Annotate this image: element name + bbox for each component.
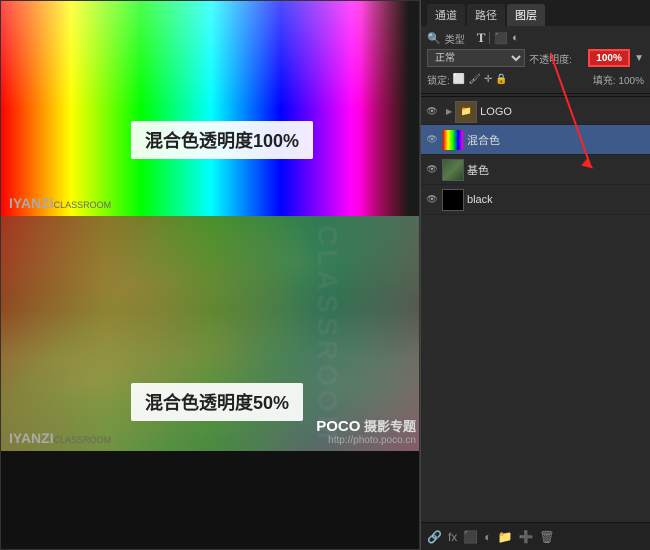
- folder-arrow[interactable]: ▶: [446, 107, 452, 116]
- lock-image-icon[interactable]: 🖌: [468, 74, 481, 85]
- eye-icon-hunhese[interactable]: 👁: [425, 133, 439, 147]
- label-50: 混合色透明度50%: [131, 383, 303, 421]
- layer-logo-name: LOGO: [480, 106, 646, 118]
- label-100-text: 混合色透明度100%: [145, 131, 299, 151]
- type-row: 🔍 类型 T ⬛ ◐: [427, 30, 644, 46]
- layer-jise-name: 基色: [467, 162, 646, 178]
- classroom-brand-bottom: CLASSROOM: [54, 435, 112, 445]
- tab-channel[interactable]: 通道: [427, 4, 465, 26]
- icon-row: T ⬛ ◐: [477, 30, 519, 46]
- thumb-hunhese: [442, 129, 464, 151]
- rainbow-dark-overlay: [361, 1, 420, 216]
- iyanzi-top-watermark: IYANZICLASSROOM: [9, 195, 111, 211]
- mask-icon[interactable]: ⬛: [463, 530, 478, 544]
- classroom-watermark: CLASSROOM: [311, 225, 343, 443]
- layer-logo-folder[interactable]: 👁 ▶ 📁 LOGO: [421, 99, 650, 125]
- rainbow-gradient: [1, 1, 420, 216]
- opacity-value: 100%: [596, 53, 622, 64]
- search-icon[interactable]: 🔍: [427, 32, 441, 45]
- iyanzi-brand-bottom: IYANZI: [9, 430, 54, 446]
- eye-icon-black[interactable]: 👁: [425, 193, 439, 207]
- layer-hunhese[interactable]: 👁 混合色: [421, 125, 650, 155]
- lock-row: 锁定: ⬜ 🖌 ✛ 🔒 填充: 100%: [427, 70, 644, 89]
- separator: [489, 32, 490, 44]
- adj-icon[interactable]: ◐: [512, 32, 519, 44]
- fill-label: 填充: 100%: [593, 72, 644, 87]
- type-label: 类型: [445, 31, 473, 46]
- text-tool-icon[interactable]: T: [477, 30, 486, 46]
- iyanzi-brand: IYANZI: [9, 195, 54, 211]
- mode-opacity-row: 正常 不透明度: 100% ▼: [427, 49, 644, 67]
- ps-bottom-bar: 🔗 fx ⬛ ◐ 📁 ➕ 🗑: [421, 522, 650, 550]
- tab-path[interactable]: 路径: [467, 4, 505, 26]
- lock-transparent-icon[interactable]: ⬜: [453, 74, 465, 85]
- image-area: 混合色透明度100% IYANZICLASSROOM 混合色透明度50% IYA…: [0, 0, 420, 550]
- poco-watermark: POCO 摄影专题 http://photo.poco.cn: [316, 416, 416, 446]
- thumb-jise: [442, 159, 464, 181]
- ps-tabs: 通道 路径 图层: [421, 0, 650, 26]
- layer-black[interactable]: 👁 black: [421, 185, 650, 215]
- iyanzi-bottom-watermark: IYANZICLASSROOM: [9, 430, 111, 446]
- eye-icon-jise[interactable]: 👁: [425, 163, 439, 177]
- opacity-input-wrapper: 100%: [588, 49, 630, 67]
- layer-list: 👁 ▶ 📁 LOGO 👁 混合色 👁 基色 👁 black: [421, 99, 650, 522]
- layer-black-name: black: [467, 194, 646, 206]
- poco-url: http://photo.poco.cn: [316, 435, 416, 446]
- link-icon[interactable]: 🔗: [427, 530, 442, 544]
- rainbow-white-overlay: [1, 1, 420, 109]
- main-container: 混合色透明度100% IYANZICLASSROOM 混合色透明度50% IYA…: [0, 0, 650, 550]
- folder-thumb: 📁: [455, 101, 477, 123]
- classroom-brand-top: CLASSROOM: [54, 200, 112, 210]
- blend-mode-select[interactable]: 正常: [427, 49, 525, 67]
- rainbow-panel-top: 混合色透明度100% IYANZICLASSROOM: [1, 1, 420, 216]
- new-layer-icon[interactable]: ➕: [518, 530, 533, 544]
- lock-all-icon[interactable]: 🔒: [495, 74, 507, 85]
- fx-icon[interactable]: ⬛: [494, 32, 508, 45]
- lock-position-icon[interactable]: ✛: [484, 74, 492, 85]
- ps-panel: 通道 路径 图层 🔍 类型 T ⬛ ◐: [420, 0, 650, 550]
- delete-icon[interactable]: 🗑: [539, 530, 554, 544]
- layer-jise[interactable]: 👁 基色: [421, 155, 650, 185]
- opacity-label: 不透明度:: [529, 51, 584, 66]
- lock-label: 锁定:: [427, 72, 450, 87]
- poco-line1: POCO 摄影专题: [316, 416, 416, 435]
- folder-icon[interactable]: 📁: [498, 530, 513, 544]
- tab-layer[interactable]: 图层: [507, 4, 545, 26]
- adj-bottom-icon[interactable]: ◐: [484, 530, 491, 544]
- layer-hunhese-name: 混合色: [467, 132, 646, 148]
- label-100: 混合色透明度100%: [131, 121, 313, 159]
- photo-panel-bottom: 混合色透明度50% IYANZICLASSROOM POCO 摄影专题 http…: [1, 216, 420, 451]
- eye-icon-logo[interactable]: 👁: [425, 105, 439, 119]
- fx-bottom-icon[interactable]: fx: [448, 530, 457, 544]
- label-50-text: 混合色透明度50%: [145, 393, 289, 413]
- divider: [421, 96, 650, 97]
- poco-brand: POCO: [316, 418, 360, 435]
- thumb-black: [442, 189, 464, 211]
- ps-toolbar: 🔍 类型 T ⬛ ◐ 正常 不透明度: 100% ▼: [421, 26, 650, 94]
- opacity-arrow[interactable]: ▼: [634, 53, 644, 64]
